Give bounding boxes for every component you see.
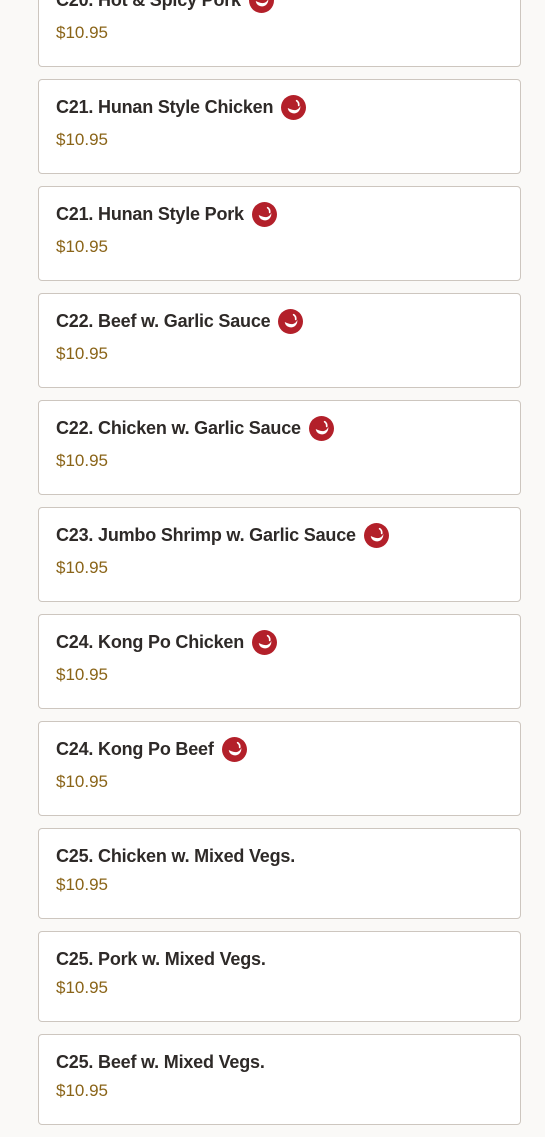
menu-item-name: C25. Beef w. Mixed Vegs. (56, 1052, 265, 1072)
menu-item-price: $10.95 (56, 558, 108, 577)
menu-item-card[interactable]: C22. Beef w. Garlic Sauce $10.95 (38, 293, 521, 388)
menu-item-price: $10.95 (56, 451, 108, 470)
chili-pepper-icon (251, 201, 277, 227)
menu-item-price: $10.95 (56, 344, 108, 363)
menu-item-name: C23. Jumbo Shrimp w. Garlic Sauce (56, 525, 356, 545)
menu-item-card[interactable]: C21. Hunan Style Chicken $10.95 (38, 79, 521, 174)
menu-item-title: C23. Jumbo Shrimp w. Garlic Sauce (56, 522, 389, 548)
menu-item-card[interactable]: C25. Chicken w. Mixed Vegs. $10.95 (38, 828, 521, 919)
menu-item-name: C24. Kong Po Chicken (56, 632, 245, 652)
menu-item-card[interactable]: C22. Chicken w. Garlic Sauce $10.95 (38, 400, 521, 495)
menu-item-title: C22. Beef w. Garlic Sauce (56, 308, 304, 334)
menu-item-name: C22. Beef w. Garlic Sauce (56, 311, 271, 331)
menu-item-card[interactable]: C21. Hunan Style Pork $10.95 (38, 186, 521, 281)
chili-pepper-icon (363, 522, 389, 548)
menu-item-title: C25. Beef w. Mixed Vegs. (56, 1049, 265, 1075)
menu-item-price: $10.95 (56, 875, 108, 894)
menu-item-title: C24. Kong Po Beef (56, 736, 247, 762)
chili-pepper-icon (278, 308, 304, 334)
menu-item-title: C24. Kong Po Chicken (56, 629, 278, 655)
menu-item-name: C20. Hot & Spicy Pork (56, 0, 241, 10)
menu-item-title: C25. Pork w. Mixed Vegs. (56, 946, 266, 972)
menu-item-list: C20. Hot & Spicy Pork $10.95 C21. Hunan … (38, 0, 521, 1137)
menu-item-card[interactable]: C24. Kong Po Beef $10.95 (38, 721, 521, 816)
menu-item-card[interactable]: C24. Kong Po Chicken $10.95 (38, 614, 521, 709)
menu-item-price: $10.95 (56, 23, 108, 42)
chili-pepper-icon (252, 629, 278, 655)
menu-item-title: C21. Hunan Style Pork (56, 201, 277, 227)
menu-item-name: C21. Hunan Style Chicken (56, 97, 274, 117)
chili-pepper-icon (281, 94, 307, 120)
menu-item-price: $10.95 (56, 1081, 108, 1100)
menu-item-card[interactable]: C20. Hot & Spicy Pork $10.95 (38, 0, 521, 67)
menu-item-card[interactable]: C25. Pork w. Mixed Vegs. $10.95 (38, 931, 521, 1022)
chili-pepper-icon (221, 736, 247, 762)
menu-item-price: $10.95 (56, 772, 108, 791)
menu-item-card[interactable]: C23. Jumbo Shrimp w. Garlic Sauce $10.95 (38, 507, 521, 602)
menu-item-price: $10.95 (56, 978, 108, 997)
menu-item-name: C25. Chicken w. Mixed Vegs. (56, 846, 296, 866)
menu-item-title: C21. Hunan Style Chicken (56, 94, 307, 120)
menu-item-title: C22. Chicken w. Garlic Sauce (56, 415, 334, 441)
menu-item-name: C24. Kong Po Beef (56, 739, 214, 759)
chili-pepper-icon (248, 0, 274, 13)
menu-item-name: C22. Chicken w. Garlic Sauce (56, 418, 301, 438)
menu-item-title: C25. Chicken w. Mixed Vegs. (56, 843, 295, 869)
menu-item-price: $10.95 (56, 665, 108, 684)
menu-item-name: C21. Hunan Style Pork (56, 204, 244, 224)
menu-item-price: $10.95 (56, 130, 108, 149)
menu-item-name: C25. Pork w. Mixed Vegs. (56, 949, 266, 969)
menu-item-title: C20. Hot & Spicy Pork (56, 0, 274, 13)
menu-item-card[interactable]: C25. Beef w. Mixed Vegs. $10.95 (38, 1034, 521, 1125)
menu-item-price: $10.95 (56, 237, 108, 256)
chili-pepper-icon (308, 415, 334, 441)
